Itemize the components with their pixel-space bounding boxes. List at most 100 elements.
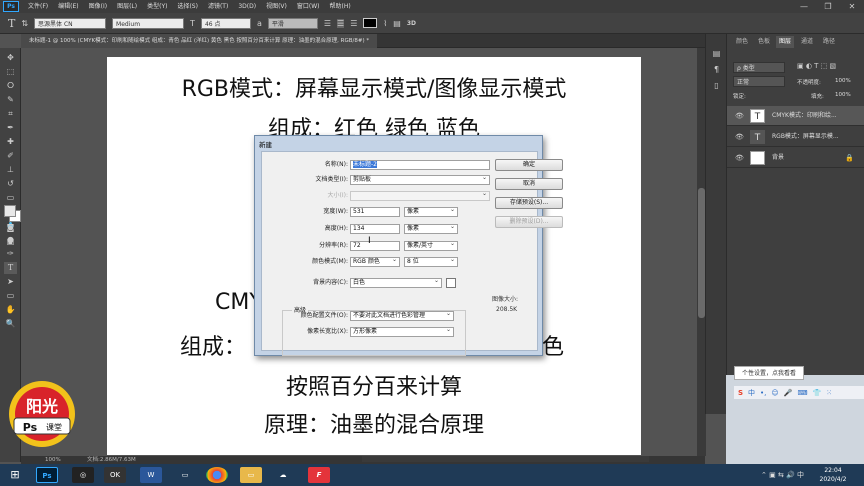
photoshop-taskbar-icon[interactable]: Ps xyxy=(36,467,58,483)
flash-taskbar-icon[interactable]: F xyxy=(308,467,330,483)
profile-select[interactable]: 不要对此文档进行色彩管理 xyxy=(350,310,454,321)
ime-tools-icon[interactable]: ⁙ xyxy=(826,389,832,397)
ok-button[interactable]: 确定 xyxy=(495,159,563,171)
tooltip[interactable]: 个性设置，点我看看 xyxy=(734,366,804,380)
align-left-icon[interactable]: ☰ xyxy=(324,19,331,28)
move-tool-icon[interactable]: ✥ xyxy=(4,52,17,64)
layer-row[interactable]: 👁 背景 🔒 xyxy=(727,148,864,168)
menu-item[interactable]: 类型(Y) xyxy=(142,0,172,13)
crop-tool-icon[interactable]: ⌗ xyxy=(4,108,17,120)
menu-item[interactable]: 编辑(E) xyxy=(53,0,83,13)
menu-item[interactable]: 选择(S) xyxy=(172,0,203,13)
adjust-panel-icon[interactable]: ▯ xyxy=(710,80,723,92)
height-input[interactable]: 134 xyxy=(350,224,400,234)
preset-select[interactable]: 剪贴板 xyxy=(350,174,490,185)
ime-chinese-icon[interactable]: 中 xyxy=(748,388,755,398)
colormode-select[interactable]: RGB 颜色 xyxy=(350,256,400,267)
font-size-select[interactable]: 46 点 xyxy=(200,17,251,29)
opacity-value[interactable]: 100% xyxy=(835,78,851,84)
healing-tool-icon[interactable]: ✚ xyxy=(4,136,17,148)
cancel-button[interactable]: 取消 xyxy=(495,178,563,190)
character-panel-icon[interactable]: ▤ xyxy=(393,19,401,28)
properties-panel-icon[interactable]: ¶ xyxy=(710,64,723,76)
menu-item[interactable]: 窗口(W) xyxy=(292,0,325,13)
chrome-taskbar-icon[interactable] xyxy=(206,467,228,483)
scroll-thumb[interactable] xyxy=(698,188,705,318)
eyedropper-tool-icon[interactable]: ✒ xyxy=(4,122,17,134)
menu-item[interactable]: 文件(F) xyxy=(23,0,53,13)
tab-swatches[interactable]: 色板 xyxy=(755,36,773,48)
menu-item[interactable]: 图层(L) xyxy=(112,0,142,13)
font-style-select[interactable]: Medium xyxy=(112,17,185,29)
quick-select-tool-icon[interactable]: ✎ xyxy=(4,94,17,106)
system-tray[interactable]: ⌃ ▣ ⇆ 🔊 中 xyxy=(761,470,804,480)
history-panel-icon[interactable]: ▤ xyxy=(710,48,723,60)
recorder-taskbar-icon[interactable]: OK xyxy=(104,467,126,483)
ime-keyboard-icon[interactable]: ⌨ xyxy=(797,389,807,397)
save-preset-button[interactable]: 存储预设(S)... xyxy=(495,197,563,209)
tab-channels[interactable]: 通道 xyxy=(798,36,816,48)
ime-emoji-icon[interactable]: ☺ xyxy=(771,389,778,397)
menu-item[interactable]: 视图(V) xyxy=(261,0,292,13)
layer-row[interactable]: 👁 T RGB模式：屏幕显示模... xyxy=(727,127,864,147)
background-color-swatch[interactable] xyxy=(446,278,456,288)
document-tab[interactable]: 未标题-1 @ 100% (CMYK模式：印刷和随绘模式 组成：青色 品红 (洋… xyxy=(21,34,378,48)
filter-icons[interactable]: ▣ ◐ T ⬚ ▧ xyxy=(797,62,836,70)
size-select[interactable] xyxy=(350,190,490,201)
orient-toggle-icon[interactable]: ⇅ xyxy=(21,19,28,28)
start-icon[interactable]: ⊞ xyxy=(4,467,26,483)
pixel-aspect-select[interactable]: 方形像素 xyxy=(350,326,454,337)
warp-text-icon[interactable]: ⌇ xyxy=(383,19,387,28)
align-right-icon[interactable]: ☰ xyxy=(350,19,357,28)
screen-mode-icon[interactable]: ▣ xyxy=(4,236,17,248)
layer-filter-select[interactable]: ρ 类型 xyxy=(733,62,785,73)
width-input[interactable]: 531 xyxy=(350,207,400,217)
stamp-tool-icon[interactable]: ⊥ xyxy=(4,164,17,176)
foreground-color-swatch[interactable] xyxy=(4,205,16,217)
close-button[interactable]: ✕ xyxy=(840,2,864,11)
3d-button[interactable]: 3D xyxy=(407,20,416,27)
minimize-button[interactable]: — xyxy=(792,2,816,11)
width-unit-select[interactable]: 像素 xyxy=(404,206,458,217)
clock[interactable]: 22:04 2020/4/2 xyxy=(808,466,858,484)
background-select[interactable]: 白色 xyxy=(350,277,442,288)
ime-toolbar[interactable]: S 中 •, ☺ 🎤 ⌨ 👕 ⁙ xyxy=(734,386,864,399)
marquee-tool-icon[interactable]: ⬚ xyxy=(4,66,17,78)
zoom-tool-icon[interactable]: 🔍 xyxy=(4,318,17,330)
quick-mask-icon[interactable]: ◙ xyxy=(4,222,17,234)
delete-preset-button[interactable]: 删除预设(D)... xyxy=(495,216,563,228)
video-taskbar-icon[interactable]: ▭ xyxy=(174,467,196,483)
zoom-level[interactable]: 100% xyxy=(45,456,61,464)
height-unit-select[interactable]: 像素 xyxy=(404,223,458,234)
menu-item[interactable]: 图像(I) xyxy=(84,0,112,13)
text-tool-icon[interactable]: T xyxy=(8,17,15,30)
word-taskbar-icon[interactable]: W xyxy=(140,467,162,483)
type-tool-icon[interactable]: T xyxy=(4,262,17,274)
history-brush-icon[interactable]: ↺ xyxy=(4,178,17,190)
tab-color[interactable]: 颜色 xyxy=(733,36,751,48)
menu-item[interactable]: 滤镜(T) xyxy=(203,0,233,13)
shape-tool-icon[interactable]: ▭ xyxy=(4,290,17,302)
antialias-select[interactable]: 平滑 xyxy=(267,17,318,29)
ime-logo-icon[interactable]: S xyxy=(738,389,743,397)
visibility-eye-icon[interactable]: 👁 xyxy=(735,127,744,147)
app-taskbar-icon[interactable]: ◎ xyxy=(72,467,94,483)
horizontal-scrollbar[interactable] xyxy=(362,456,649,462)
font-family-select[interactable]: 思源黑体 CN xyxy=(34,17,107,29)
path-select-tool-icon[interactable]: ➤ xyxy=(4,276,17,288)
blend-mode-select[interactable]: 正常 xyxy=(733,76,785,87)
hand-tool-icon[interactable]: ✋ xyxy=(4,304,17,316)
resolution-input[interactable]: 72 xyxy=(350,241,400,251)
text-color-swatch[interactable] xyxy=(363,18,378,28)
ime-punct-icon[interactable]: •, xyxy=(760,389,766,397)
visibility-eye-icon[interactable]: 👁 xyxy=(735,106,744,126)
ime-skin-icon[interactable]: 👕 xyxy=(813,389,822,397)
align-center-icon[interactable]: ☰ xyxy=(337,18,345,28)
name-input[interactable]: 未标题-2 xyxy=(350,160,490,170)
cloud-taskbar-icon[interactable]: ☁ xyxy=(272,467,294,483)
pen-tool-icon[interactable]: ✑ xyxy=(4,248,17,260)
visibility-eye-icon[interactable]: 👁 xyxy=(735,148,744,168)
menu-item[interactable]: 帮助(H) xyxy=(325,0,356,13)
restore-button[interactable]: ❐ xyxy=(816,2,840,11)
tab-paths[interactable]: 路径 xyxy=(820,36,838,48)
